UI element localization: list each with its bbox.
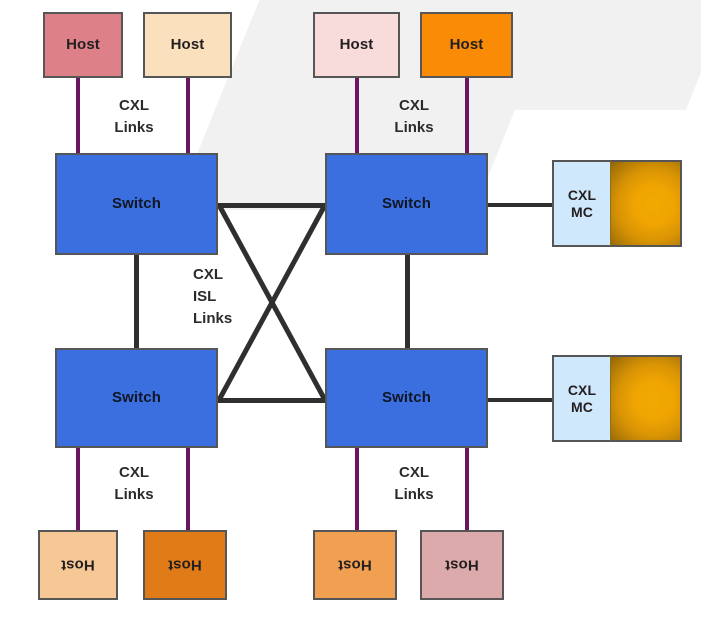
host-node-4[interactable]: Host — [420, 12, 513, 78]
switch-node-bottom-right[interactable]: Switch — [325, 348, 488, 448]
host-label: Host — [61, 556, 95, 574]
cxl-topology-diagram: Host Host Host Host Switch Switch Switch… — [0, 0, 701, 623]
host-node-1[interactable]: Host — [43, 12, 123, 78]
host-node-5[interactable]: Host — [38, 530, 118, 600]
caption-cxl-links-bottom-left: CXL Links — [114, 464, 154, 503]
cxl-link-switch4-host8 — [465, 446, 469, 532]
host-label: Host — [339, 36, 374, 54]
switch-node-top-right[interactable]: Switch — [325, 153, 488, 255]
cxl-link-host2-switch1 — [186, 76, 190, 156]
host-node-6[interactable]: Host — [143, 530, 227, 600]
caption-cxl-links-top-right: CXL Links — [394, 97, 434, 136]
isl-link-switch3-switch4 — [216, 398, 327, 403]
host-label: Host — [66, 36, 100, 54]
isl-link-switch1-switch2 — [216, 203, 327, 208]
cxl-mc-label: CXL MC — [567, 382, 597, 415]
cxl-link-switch3-host5 — [76, 446, 80, 532]
cxl-link-switch4-mc2 — [486, 398, 552, 402]
caption-cxl-links-top-left: CXL Links — [114, 97, 154, 136]
host-label: Host — [168, 556, 202, 574]
cxl-memory-controller-bottom[interactable]: CXL MC — [552, 355, 610, 442]
host-label: Host — [170, 36, 205, 54]
switch-node-bottom-left[interactable]: Switch — [55, 348, 218, 448]
host-node-2[interactable]: Host — [143, 12, 232, 78]
cxl-link-switch2-mc1 — [486, 203, 552, 207]
isl-link-switch2-switch4 — [405, 252, 410, 351]
cxl-link-switch4-host7 — [355, 446, 359, 532]
host-label: Host — [338, 556, 372, 574]
switch-node-top-left[interactable]: Switch — [55, 153, 218, 255]
switch-label: Switch — [382, 389, 431, 407]
cxl-link-switch3-host6 — [186, 446, 190, 532]
cxl-mc-label: CXL MC — [567, 187, 597, 220]
switch-label: Switch — [112, 195, 161, 213]
host-node-8[interactable]: Host — [420, 530, 504, 600]
isl-link-switch1-switch3 — [134, 252, 139, 351]
host-label: Host — [445, 556, 479, 574]
host-label: Host — [449, 36, 484, 54]
switch-label: Switch — [112, 389, 161, 407]
caption-cxl-links-bottom-right: CXL Links — [394, 464, 434, 503]
switch-label: Switch — [382, 195, 431, 213]
host-node-3[interactable]: Host — [313, 12, 400, 78]
memory-module-top — [610, 160, 682, 247]
cxl-memory-controller-top[interactable]: CXL MC — [552, 160, 610, 247]
cxl-link-host3-switch2 — [355, 76, 359, 156]
memory-module-bottom — [610, 355, 682, 442]
host-node-7[interactable]: Host — [313, 530, 397, 600]
cxl-link-host4-switch2 — [465, 76, 469, 156]
caption-cxl-isl-links: CXL ISL Links — [193, 266, 233, 327]
cxl-link-host1-switch1 — [76, 76, 80, 156]
